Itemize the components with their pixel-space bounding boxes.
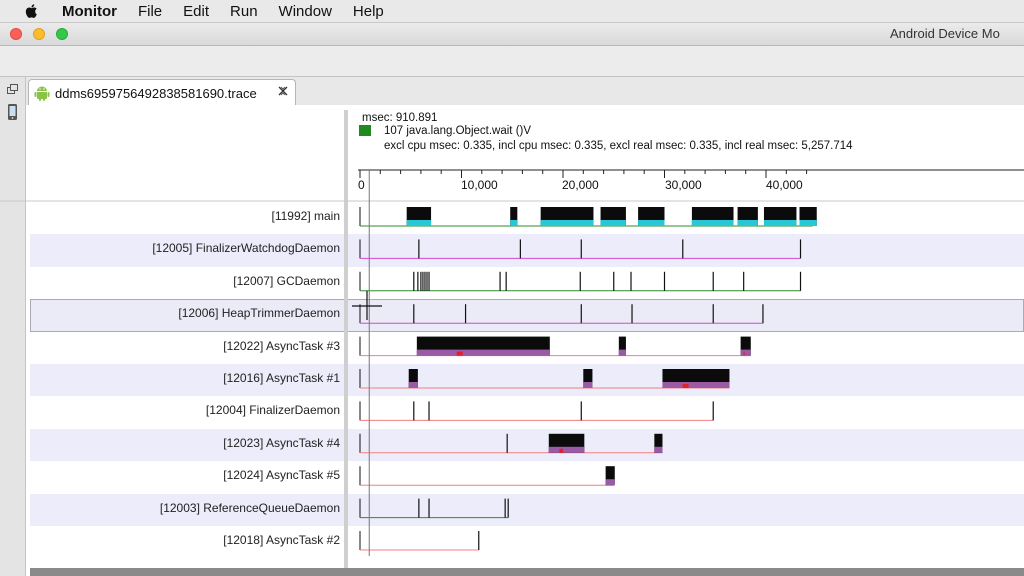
method-call-child-band — [408, 382, 418, 388]
method-call-child-band — [638, 220, 665, 226]
method-call-child-band — [548, 446, 585, 453]
method-call-child-band — [737, 220, 758, 226]
method-call-child-band — [662, 382, 730, 388]
method-call-child-band — [691, 220, 734, 226]
timeline-canvas[interactable] — [0, 0, 1024, 576]
method-call-child-band — [540, 220, 594, 226]
method-call-child-band — [740, 349, 751, 356]
method-call-child-band — [406, 220, 432, 226]
method-call-highlight — [682, 384, 689, 388]
method-call-highlight — [559, 448, 563, 453]
method-call-highlight — [456, 351, 463, 356]
method-call-child-band — [510, 220, 518, 226]
method-call-child-band — [600, 220, 626, 226]
method-call-child-band — [618, 349, 626, 356]
method-call-child-band — [654, 446, 663, 453]
horizontal-scrollbar[interactable] — [30, 568, 1024, 576]
method-call-child-band — [583, 382, 593, 388]
method-call-child-band — [799, 220, 817, 226]
method-call-child-band — [763, 220, 797, 226]
method-call-highlight — [743, 351, 745, 356]
method-call-child-band — [416, 349, 550, 356]
method-call-child-band — [605, 479, 615, 486]
